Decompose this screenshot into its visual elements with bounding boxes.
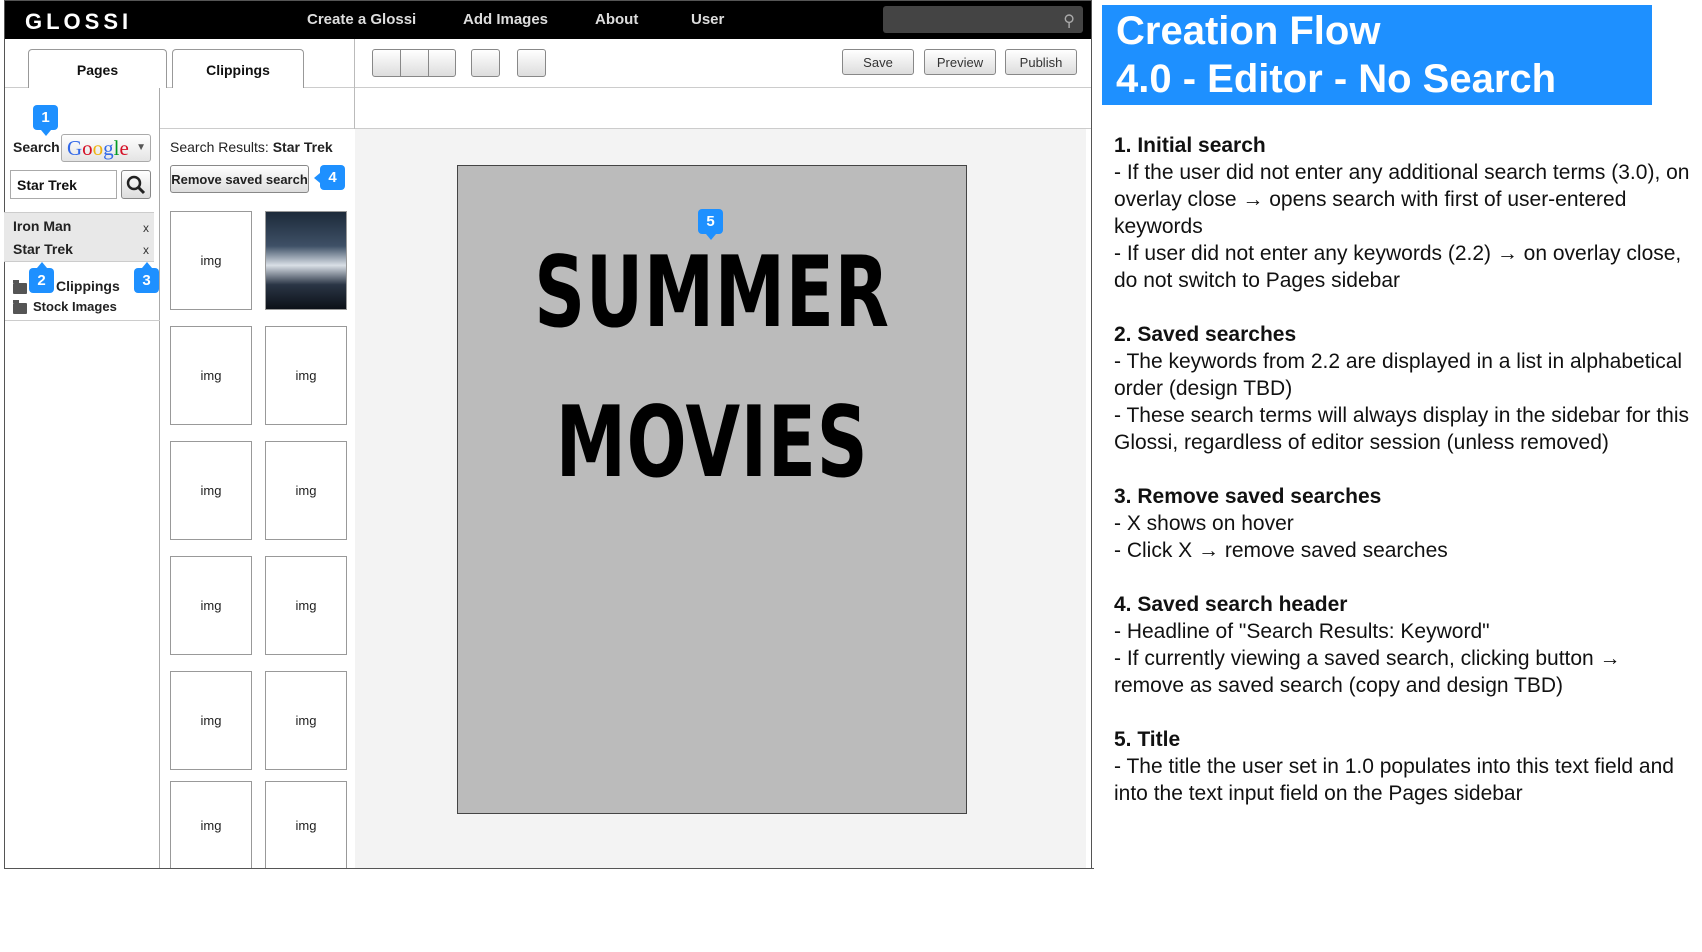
note-section: 2. Saved searches - The keywords from 2.… [1114, 321, 1694, 456]
glossi-page[interactable]: SUMMER MOVIES [457, 165, 967, 814]
layout-button-group[interactable] [372, 49, 456, 77]
note-section: 1. Initial search - If the user did not … [1114, 132, 1694, 294]
folder-clippings[interactable]: Clippings [56, 278, 120, 294]
note-section: 4. Saved search header - Headline of "Se… [1114, 591, 1694, 699]
result-thumbnail[interactable]: img [170, 671, 252, 770]
note-title: 3. Remove saved searches [1114, 485, 1382, 508]
note-section: 5. Title - The title the user set in 1.0… [1114, 726, 1694, 807]
callout-badge-1: 1 [33, 105, 58, 136]
logo: GLOSSI [25, 9, 133, 34]
nav-user[interactable]: User [691, 11, 724, 28]
title-line-2[interactable]: MOVIES [529, 394, 895, 492]
result-thumbnail[interactable]: img [265, 781, 347, 868]
star-trek-poster-image[interactable] [265, 211, 347, 310]
search-results-keyword: Star Trek [272, 139, 333, 155]
divider [354, 88, 355, 129]
search-button[interactable] [121, 170, 151, 199]
remove-saved-search-x[interactable]: x [143, 243, 149, 257]
note-title: 2. Saved searches [1114, 323, 1297, 346]
folder-icon [13, 300, 27, 314]
note-title: 4. Saved search header [1114, 593, 1348, 616]
result-thumbnail[interactable]: img [170, 781, 252, 868]
search-label: Search [13, 139, 60, 155]
save-button[interactable]: Save [842, 49, 914, 75]
top-nav-bar: GLOSSI Create a Glossi Add Images About … [5, 1, 1091, 39]
flow-title: Creation Flow [1116, 9, 1381, 53]
flow-header: Creation Flow 4.0 - Editor - No Search [1102, 5, 1652, 105]
layout-button[interactable] [471, 49, 500, 77]
callout-badge-2: 2 [29, 262, 54, 293]
publish-button[interactable]: Publish [1005, 49, 1077, 75]
search-results-prefix: Search Results: [170, 139, 269, 155]
saved-search-item[interactable]: Star Trek [13, 241, 73, 257]
result-thumbnail[interactable]: img [170, 211, 252, 310]
result-thumbnail[interactable]: img [170, 326, 252, 425]
result-thumbnail[interactable]: img [265, 671, 347, 770]
chevron-down-icon: ▼ [136, 142, 146, 153]
nav-add-images[interactable]: Add Images [463, 11, 548, 28]
result-thumbnail[interactable]: img [265, 326, 347, 425]
google-logo: Google [67, 136, 129, 160]
divider [428, 50, 429, 76]
sub-toolbar [5, 88, 1091, 129]
note-line: - The keywords from 2.2 are displayed in… [1114, 350, 1683, 400]
preview-button[interactable]: Preview [924, 49, 996, 75]
folder-icon [13, 280, 27, 294]
note-title: 5. Title [1114, 728, 1181, 751]
result-thumbnail[interactable]: img [170, 556, 252, 655]
search-results-header: Search Results: Star Trek [170, 139, 333, 155]
note-line: - If user did not enter any keywords (2.… [1114, 242, 1682, 292]
result-thumbnail[interactable]: img [265, 556, 347, 655]
note-line: - These search terms will always display… [1114, 404, 1690, 454]
note-line: - If the user did not enter any addition… [1114, 161, 1690, 238]
flow-subtitle: 4.0 - Editor - No Search [1116, 57, 1557, 101]
callout-badge-5: 5 [698, 209, 723, 240]
note-line: - Headline of "Search Results: Keyword" [1114, 620, 1490, 643]
title-line-1[interactable]: SUMMER [529, 244, 895, 342]
note-title: 1. Initial search [1114, 134, 1266, 157]
result-thumbnail[interactable]: img [170, 441, 252, 540]
layout-button[interactable] [517, 49, 546, 77]
result-thumbnail[interactable]: img [265, 441, 347, 540]
search-input[interactable]: Star Trek [10, 170, 117, 199]
callout-badge-4: 4 [314, 165, 345, 190]
global-search-input[interactable]: ⚲ [883, 6, 1083, 33]
remove-saved-search-button[interactable]: Remove saved search [170, 165, 309, 193]
nav-about[interactable]: About [595, 11, 638, 28]
search-engine-select[interactable]: Google ▼ [61, 134, 151, 162]
note-line: - X shows on hover [1114, 512, 1294, 535]
note-line: - If currently viewing a saved search, c… [1114, 647, 1621, 697]
divider [400, 50, 401, 76]
search-icon: ⚲ [1063, 13, 1075, 30]
divider [4, 868, 1094, 869]
search-icon [126, 175, 146, 195]
nav-create-a-glossi[interactable]: Create a Glossi [307, 11, 416, 28]
clippings-sidebar [5, 88, 160, 868]
remove-saved-search-x[interactable]: x [143, 221, 149, 235]
note-line: - Click X → remove saved searches [1114, 539, 1448, 562]
callout-badge-3: 3 [134, 262, 159, 293]
folder-stock-images[interactable]: Stock Images [33, 299, 117, 314]
toolbar: Pages Clippings Save Preview Publish [5, 39, 1091, 88]
divider [5, 320, 160, 321]
tab-pages[interactable]: Pages [28, 49, 167, 88]
divider [354, 39, 355, 88]
tab-clippings[interactable]: Clippings [172, 49, 304, 88]
annotation-notes: 1. Initial search - If the user did not … [1114, 132, 1694, 834]
note-section: 3. Remove saved searches - X shows on ho… [1114, 483, 1694, 564]
saved-search-item[interactable]: Iron Man [13, 218, 71, 234]
note-line: - The title the user set in 1.0 populate… [1114, 755, 1674, 805]
